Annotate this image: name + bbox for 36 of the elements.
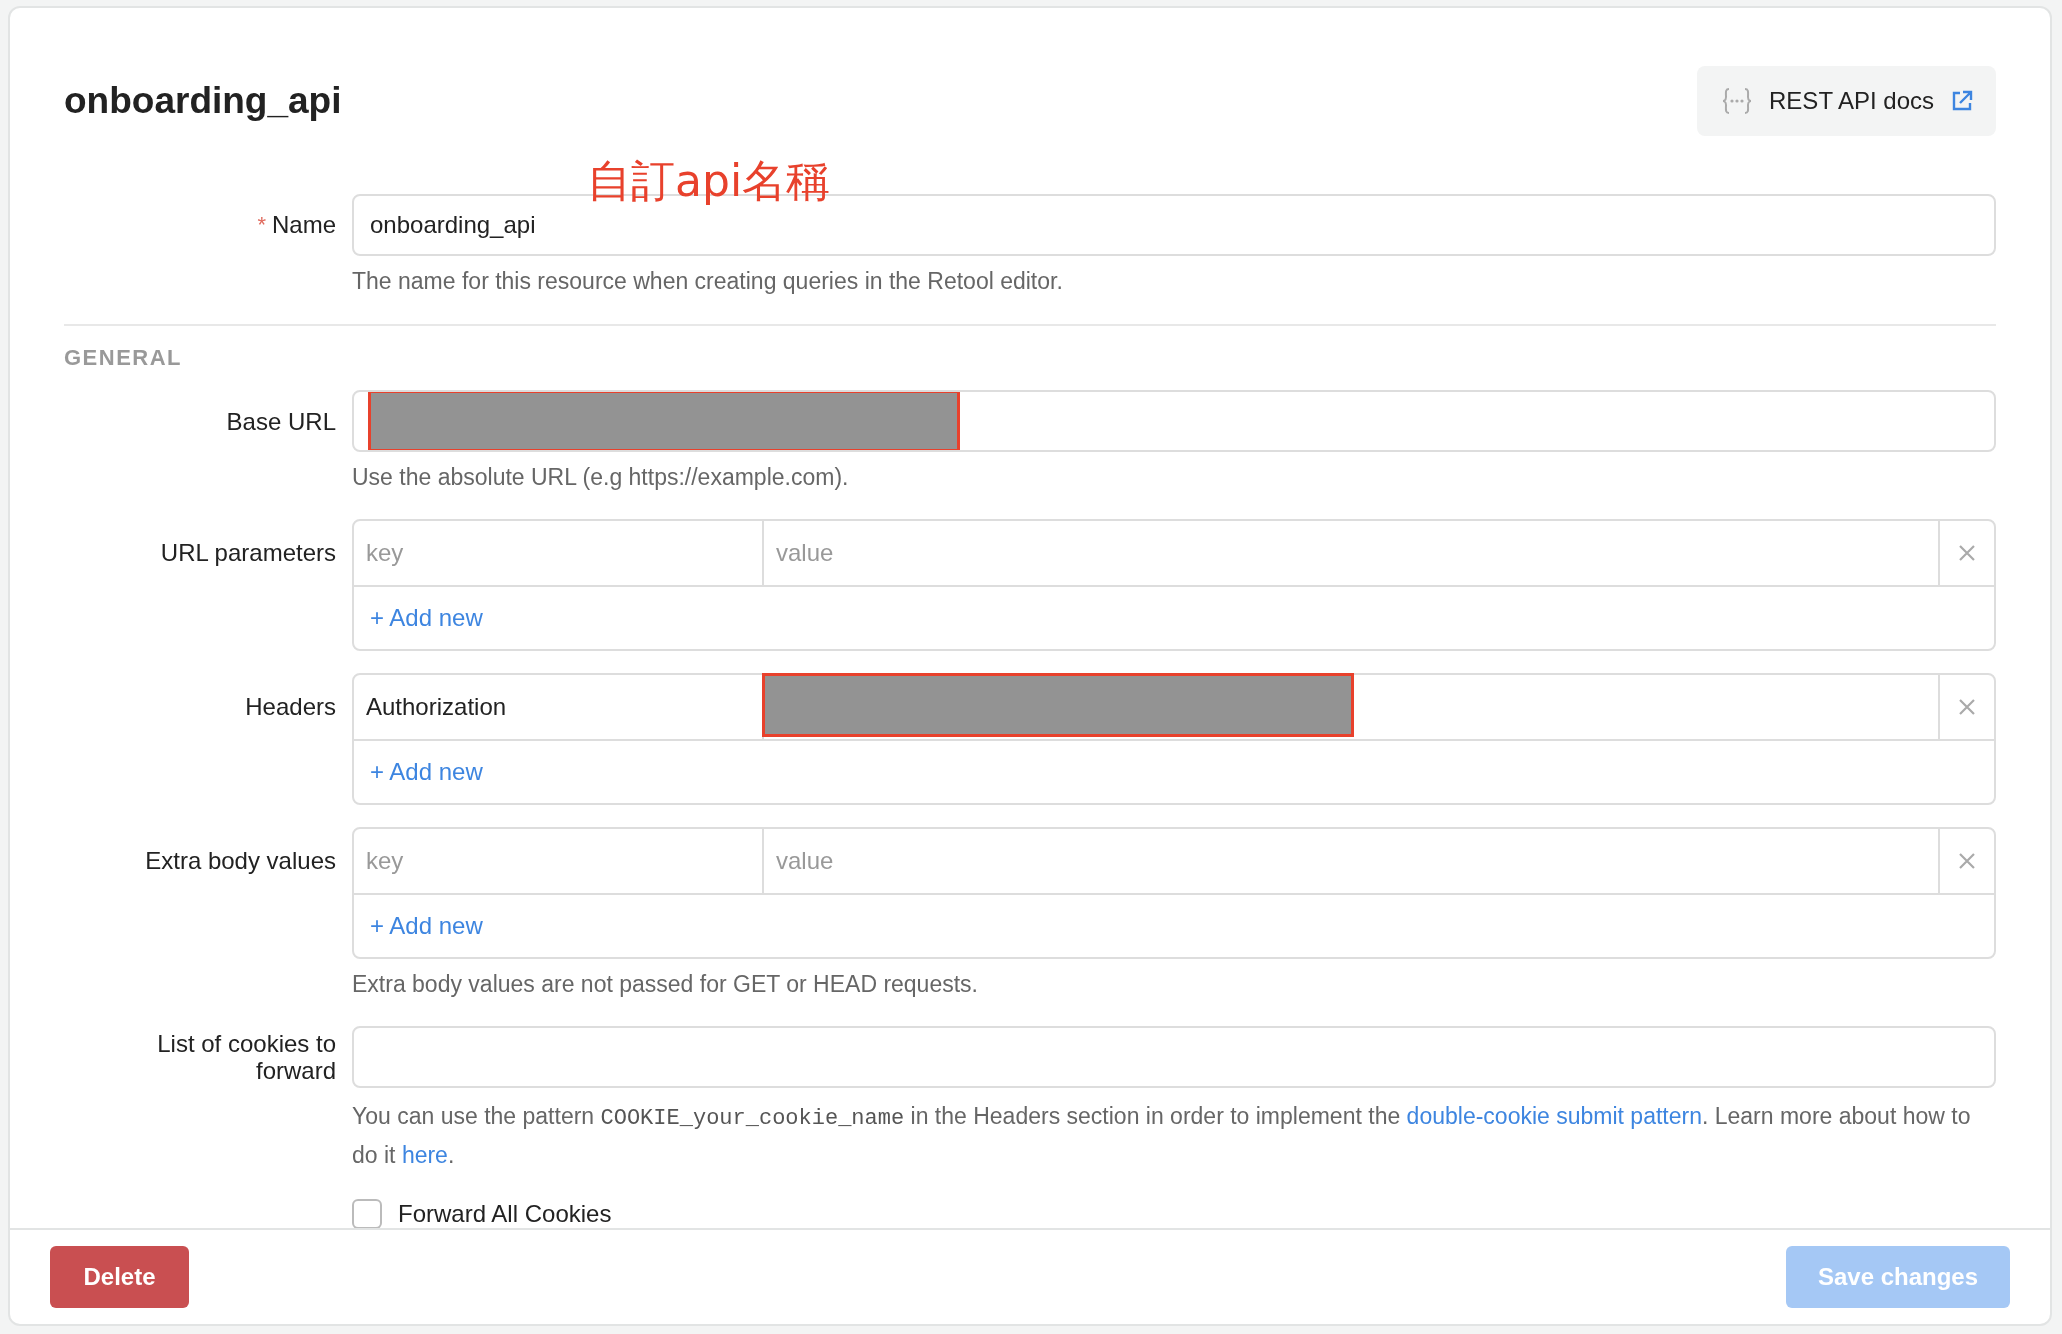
field-label: Name	[271, 211, 336, 239]
value-input[interactable]: value	[764, 521, 1940, 585]
checkbox[interactable]	[352, 1199, 382, 1228]
close-icon	[1957, 851, 1977, 871]
text-field[interactable]	[352, 390, 1996, 452]
key-value-table[interactable]: Authorization + Add new	[352, 673, 1996, 805]
key-value-table[interactable]: key value + Add new	[352, 827, 1996, 959]
add-new-link[interactable]: + Add new	[370, 758, 483, 786]
external-link-icon	[1950, 89, 1974, 113]
section-heading: GENERAL	[64, 346, 184, 370]
checkbox-label: Forward All Cookies	[398, 1200, 612, 1228]
add-new-link[interactable]: + Add new	[370, 604, 483, 632]
page-title: onboarding_api	[64, 80, 342, 122]
value-input[interactable]: value	[764, 829, 1940, 893]
key-input[interactable]: key	[354, 829, 764, 893]
text-field[interactable]	[352, 1026, 1996, 1088]
add-new-link[interactable]: + Add new	[370, 912, 483, 940]
field-label: List of cookies to forward	[156, 1030, 336, 1084]
field-label: Extra body values	[145, 846, 336, 874]
field-label: URL parameters	[160, 538, 336, 566]
key-value-table[interactable]: key value + Add new	[352, 519, 1996, 651]
required-mark: *	[257, 212, 266, 238]
field-label: Headers	[245, 692, 336, 720]
close-icon	[1957, 697, 1977, 717]
braces-icon	[1721, 87, 1754, 115]
help-text: Use the absolute URL (e.g https://example.com).	[352, 463, 850, 492]
help-text: Extra body values are not passed for GET or HEAD requests.	[352, 970, 979, 999]
help-link[interactable]: here	[401, 1142, 448, 1168]
close-icon	[1957, 543, 1977, 563]
delete-button[interactable]: Delete	[50, 1246, 189, 1308]
key-input[interactable]: key	[354, 521, 764, 585]
help-text: You can use the pattern COOKIE_your_cookie_name in the Headers section in order to implement the double-cookie submit pattern. Learn more about how to do it here.	[352, 1102, 1972, 1170]
docs-button[interactable]: REST API docs	[1697, 66, 1996, 136]
field-label: Base URL	[226, 407, 336, 435]
help-text: The name for this resource when creating queries in the Retool editor.	[352, 267, 1064, 296]
help-link[interactable]: double-cookie submit pattern	[1406, 1103, 1702, 1129]
